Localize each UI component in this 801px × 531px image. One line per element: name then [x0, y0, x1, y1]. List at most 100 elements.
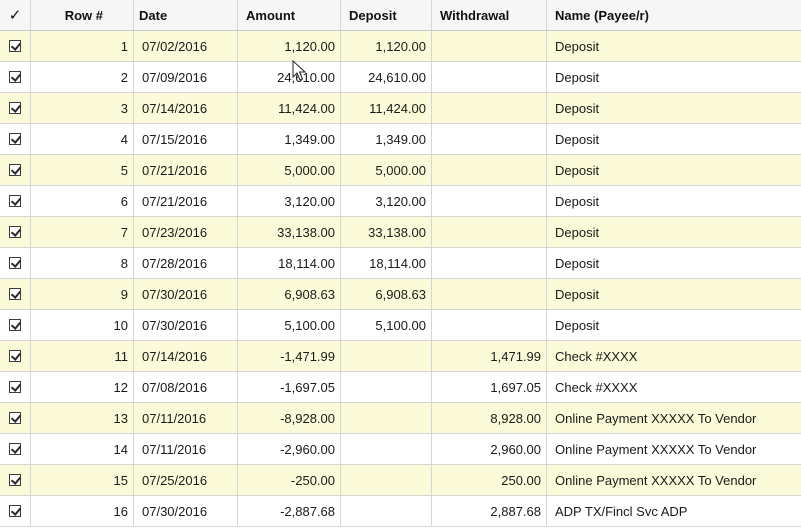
withdrawal-cell: 2,960.00: [432, 434, 547, 464]
checkbox-checked-icon[interactable]: [9, 474, 21, 486]
row-checkbox-cell[interactable]: [0, 403, 31, 433]
date-cell: 07/23/2016: [134, 217, 238, 247]
checkbox-checked-icon[interactable]: [9, 226, 21, 238]
row-checkbox-cell[interactable]: [0, 62, 31, 92]
withdrawal-cell: [432, 62, 547, 92]
checkbox-checked-icon[interactable]: [9, 71, 21, 83]
checkbox-checked-icon[interactable]: [9, 102, 21, 114]
payee-name-cell: ADP TX/Fincl Svc ADP: [555, 503, 688, 519]
deposit-cell: 11,424.00: [341, 93, 432, 123]
row-checkbox-cell[interactable]: [0, 93, 31, 123]
row-checkbox-cell[interactable]: [0, 496, 31, 526]
date-cell: 07/30/2016: [134, 279, 238, 309]
row-checkbox-cell[interactable]: [0, 186, 31, 216]
row-checkbox-cell[interactable]: [0, 248, 31, 278]
payee-name-cell: Deposit: [555, 317, 600, 333]
payee-name-cell: Deposit: [555, 162, 600, 178]
withdrawal-cell: 1,697.05: [432, 372, 547, 402]
withdrawal-cell: [432, 31, 547, 61]
table-row[interactable]: 10 07/30/2016 5,100.00 5,100.00 Deposit: [0, 310, 801, 341]
column-header-withdrawal[interactable]: Withdrawal: [432, 0, 547, 30]
deposit-cell: 18,114.00: [341, 248, 432, 278]
amount-cell: -2,887.68: [238, 496, 341, 526]
deposit-cell: 6,908.63: [341, 279, 432, 309]
payee-name-cell: Deposit: [555, 193, 600, 209]
table-row[interactable]: 11 07/14/2016 -1,471.99 1,471.99 Check #XXXX: [0, 341, 801, 372]
checkbox-checked-icon[interactable]: [9, 505, 21, 517]
checkbox-checked-icon[interactable]: [9, 164, 21, 176]
table-row[interactable]: 7 07/23/2016 33,138.00 33,138.00 Deposit: [0, 217, 801, 248]
row-number-cell: 6: [31, 186, 134, 216]
row-number-cell: 16: [31, 496, 134, 526]
amount-cell: -2,960.00: [238, 434, 341, 464]
table-row[interactable]: 16 07/30/2016 -2,887.68 2,887.68 ADP TX/Finc…: [0, 496, 801, 527]
payee-name-cell: Deposit: [555, 224, 600, 240]
withdrawal-cell: 8,928.00: [432, 403, 547, 433]
grid-header: ✓ Row # Date Amount Deposit Withdrawal N…: [0, 0, 801, 31]
payee-name-cell: Check #XXXX: [555, 348, 638, 364]
column-header-check[interactable]: ✓: [0, 0, 31, 30]
withdrawal-cell: [432, 124, 547, 154]
row-number-cell: 11: [31, 341, 134, 371]
checkbox-checked-icon[interactable]: [9, 288, 21, 300]
payee-name-cell: Check #XXXX: [555, 379, 638, 395]
table-row[interactable]: 9 07/30/2016 6,908.63 6,908.63 Deposit: [0, 279, 801, 310]
table-row[interactable]: 2 07/09/2016 24,610.00 24,610.00 Deposit: [0, 62, 801, 93]
table-row[interactable]: 13 07/11/2016 -8,928.00 8,928.00 Online Paym…: [0, 403, 801, 434]
column-header-date[interactable]: Date: [134, 0, 238, 30]
checkbox-checked-icon[interactable]: [9, 319, 21, 331]
table-row[interactable]: 15 07/25/2016 -250.00 250.00 Online Payment …: [0, 465, 801, 496]
date-cell: 07/11/2016: [134, 403, 238, 433]
table-row[interactable]: 8 07/28/2016 18,114.00 18,114.00 Deposit: [0, 248, 801, 279]
payee-name-cell: Deposit: [555, 255, 600, 271]
table-row[interactable]: 4 07/15/2016 1,349.00 1,349.00 Deposit: [0, 124, 801, 155]
row-checkbox-cell[interactable]: [0, 124, 31, 154]
row-checkbox-cell[interactable]: [0, 434, 31, 464]
row-checkbox-cell[interactable]: [0, 341, 31, 371]
withdrawal-cell: [432, 217, 547, 247]
column-header-row-number[interactable]: Row #: [31, 0, 134, 30]
row-checkbox-cell[interactable]: [0, 279, 31, 309]
row-checkbox-cell[interactable]: [0, 372, 31, 402]
withdrawal-cell: 250.00: [432, 465, 547, 495]
date-cell: 07/15/2016: [134, 124, 238, 154]
row-checkbox-cell[interactable]: [0, 465, 31, 495]
table-row[interactable]: 12 07/08/2016 -1,697.05 1,697.05 Check #XXXX: [0, 372, 801, 403]
column-header-name[interactable]: Name (Payee/r): [547, 0, 801, 30]
deposit-cell: 5,100.00: [341, 310, 432, 340]
payee-name-cell: Deposit: [555, 286, 600, 302]
payee-name-cell: Online Payment XXXXX To Vendor: [555, 441, 757, 457]
amount-cell: 33,138.00: [238, 217, 341, 247]
table-row[interactable]: 5 07/21/2016 5,000.00 5,000.00 Deposit: [0, 155, 801, 186]
amount-cell: 11,424.00: [238, 93, 341, 123]
withdrawal-cell: [432, 279, 547, 309]
deposit-cell: [341, 372, 432, 402]
date-cell: 07/09/2016: [134, 62, 238, 92]
row-checkbox-cell[interactable]: [0, 31, 31, 61]
row-number-cell: 2: [31, 62, 134, 92]
row-number-cell: 3: [31, 93, 134, 123]
row-checkbox-cell[interactable]: [0, 310, 31, 340]
table-row[interactable]: 6 07/21/2016 3,120.00 3,120.00 Deposit: [0, 186, 801, 217]
checkbox-checked-icon[interactable]: [9, 350, 21, 362]
row-checkbox-cell[interactable]: [0, 155, 31, 185]
checkbox-checked-icon[interactable]: [9, 40, 21, 52]
checkbox-checked-icon[interactable]: [9, 257, 21, 269]
deposit-cell: 24,610.00: [341, 62, 432, 92]
column-header-amount[interactable]: Amount: [238, 0, 341, 30]
table-row[interactable]: 14 07/11/2016 -2,960.00 2,960.00 Online Paym…: [0, 434, 801, 465]
amount-cell: -8,928.00: [238, 403, 341, 433]
checkbox-checked-icon[interactable]: [9, 195, 21, 207]
checkbox-checked-icon[interactable]: [9, 381, 21, 393]
checkbox-checked-icon[interactable]: [9, 133, 21, 145]
table-row[interactable]: 1 07/02/2016 1,120.00 1,120.00 Deposit: [0, 31, 801, 62]
date-cell: 07/30/2016: [134, 310, 238, 340]
checkbox-checked-icon[interactable]: [9, 412, 21, 424]
withdrawal-cell: [432, 186, 547, 216]
table-row[interactable]: 3 07/14/2016 11,424.00 11,424.00 Deposit: [0, 93, 801, 124]
withdrawal-cell: [432, 310, 547, 340]
column-header-deposit[interactable]: Deposit: [341, 0, 432, 30]
checkbox-checked-icon[interactable]: [9, 443, 21, 455]
amount-cell: -250.00: [238, 465, 341, 495]
row-checkbox-cell[interactable]: [0, 217, 31, 247]
